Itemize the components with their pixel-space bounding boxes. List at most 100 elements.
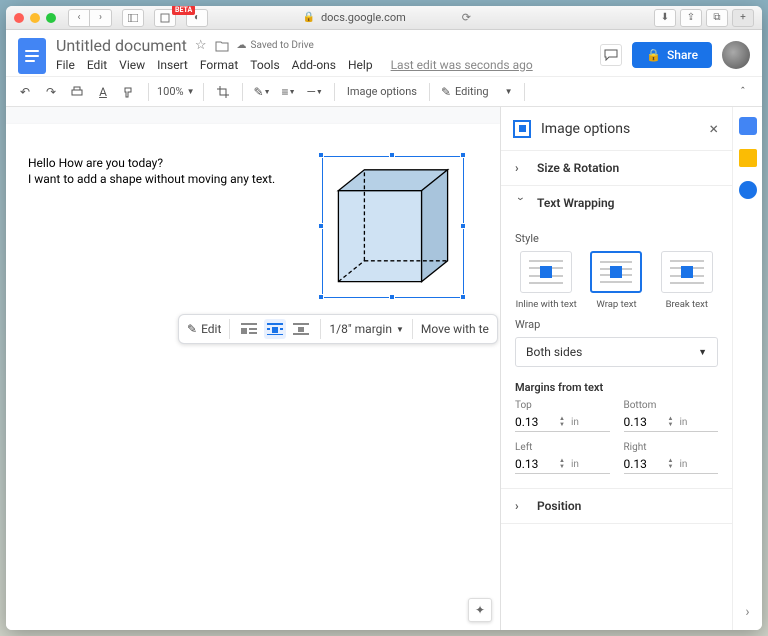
menu-insert[interactable]: Insert — [157, 58, 188, 72]
calendar-app-icon[interactable] — [739, 117, 757, 135]
margin-right-stepper[interactable]: ▲▼ — [668, 458, 674, 470]
minimize-window-icon[interactable] — [30, 13, 40, 23]
body-text[interactable]: Hello How are you today? I want to add a… — [28, 156, 275, 187]
wrap-text-button[interactable] — [264, 319, 286, 339]
menu-addons[interactable]: Add-ons — [292, 58, 336, 72]
border-weight-button[interactable]: ≡▼ — [278, 81, 300, 103]
editing-mode-button[interactable]: ✎ Editing ▼ — [438, 81, 516, 103]
break-text-button[interactable] — [290, 319, 312, 339]
maximize-window-icon[interactable] — [46, 13, 56, 23]
share-label: Share — [667, 48, 698, 62]
margin-bottom-stepper[interactable]: ▲▼ — [668, 416, 674, 428]
image-options-panel: Image options × › Size & Rotation › Text… — [500, 107, 732, 630]
titlebar: ‹ › BETA ◐ 🔒 docs.google.com ⟳ ⬇ ⇪ ⧉ + — [6, 6, 762, 30]
share-button[interactable]: ⇪ — [680, 9, 702, 27]
document-title[interactable]: Untitled document — [56, 36, 187, 55]
close-panel-button[interactable]: × — [707, 117, 720, 140]
editing-toolbar: ↶ ↷ A 100% ▼ ✎▼ ≡▼ —▼ Image options ✎ Ed… — [6, 77, 762, 107]
last-edit-link[interactable]: Last edit was seconds ago — [391, 58, 533, 72]
content-area: Hello How are you today? I want to add a… — [6, 107, 762, 630]
keep-app-icon[interactable] — [739, 149, 757, 167]
menu-view[interactable]: View — [119, 58, 145, 72]
wrap-direction-select[interactable]: Both sides ▼ — [515, 337, 718, 367]
resize-handle-e[interactable] — [460, 223, 466, 229]
margin-left-value[interactable] — [515, 457, 555, 471]
lock-icon: 🔒 — [646, 48, 661, 62]
menu-tools[interactable]: Tools — [250, 58, 279, 72]
undo-button[interactable]: ↶ — [14, 81, 36, 103]
margin-bottom-value[interactable] — [624, 415, 664, 429]
move-icon[interactable] — [215, 40, 229, 52]
border-color-button[interactable]: ✎▼ — [251, 81, 274, 103]
print-button[interactable] — [66, 81, 88, 103]
margin-bottom-input[interactable]: ▲▼ in — [624, 413, 719, 432]
margin-top-input[interactable]: ▲▼ in — [515, 413, 610, 432]
document-canvas[interactable]: Hello How are you today? I want to add a… — [6, 107, 500, 630]
spellcheck-button[interactable]: A — [92, 81, 114, 103]
margin-top-value[interactable] — [515, 415, 555, 429]
edit-label: Edit — [201, 322, 221, 336]
collapse-strip-button[interactable]: › — [745, 604, 749, 620]
menu-file[interactable]: File — [56, 58, 75, 72]
menu-format[interactable]: Format — [200, 58, 238, 72]
explore-button[interactable]: ✦ — [468, 598, 492, 622]
redo-button[interactable]: ↷ — [40, 81, 62, 103]
share-button[interactable]: 🔒 Share — [632, 42, 712, 68]
margin-top-unit: in — [571, 417, 579, 428]
close-window-icon[interactable] — [14, 13, 24, 23]
comments-button[interactable] — [600, 44, 622, 66]
resize-handle-n[interactable] — [389, 152, 395, 158]
back-button[interactable]: ‹ — [68, 9, 90, 27]
style-inline-option[interactable] — [520, 251, 572, 293]
panel-header: Image options × — [501, 107, 732, 151]
margin-top-stepper[interactable]: ▲▼ — [559, 416, 565, 428]
section-text-wrapping: › Text Wrapping Style Inline with text — [501, 186, 732, 489]
downloads-button[interactable]: ⬇ — [654, 9, 676, 27]
tabs-button[interactable]: ⧉ — [706, 9, 728, 27]
chevron-down-icon: ▼ — [505, 87, 513, 96]
cube-shape-icon — [328, 162, 458, 292]
image-options-button[interactable]: Image options — [343, 85, 421, 98]
resize-handle-se[interactable] — [460, 294, 466, 300]
resize-handle-ne[interactable] — [460, 152, 466, 158]
resize-handle-s[interactable] — [389, 294, 395, 300]
tasks-app-icon[interactable] — [739, 181, 757, 199]
style-label: Style — [515, 232, 718, 245]
margin-left-input[interactable]: ▲▼ in — [515, 455, 610, 474]
paint-format-button[interactable] — [118, 81, 140, 103]
collapse-toolbar-button[interactable]: ˆ — [732, 81, 754, 103]
margin-right-value[interactable] — [624, 457, 664, 471]
resize-handle-nw[interactable] — [318, 152, 324, 158]
inline-wrap-button[interactable] — [238, 319, 260, 339]
sidebar-toggle-button[interactable] — [122, 9, 144, 27]
section-label: Text Wrapping — [537, 196, 615, 210]
style-break-label: Break text — [666, 299, 708, 310]
account-avatar[interactable] — [722, 41, 750, 69]
forward-button[interactable]: › — [90, 9, 112, 27]
style-wrap-option[interactable] — [590, 251, 642, 293]
menu-edit[interactable]: Edit — [87, 58, 107, 72]
margin-value: 1/8" margin — [329, 322, 392, 336]
margin-selector[interactable]: 1/8" margin ▼ — [329, 322, 403, 336]
docs-logo-icon[interactable] — [18, 38, 46, 74]
margin-left-stepper[interactable]: ▲▼ — [559, 458, 565, 470]
style-break-option[interactable] — [661, 251, 713, 293]
margin-right-input[interactable]: ▲▼ in — [624, 455, 719, 474]
crop-button[interactable] — [212, 81, 234, 103]
text-wrapping-header[interactable]: › Text Wrapping — [501, 186, 732, 220]
resize-handle-sw[interactable] — [318, 294, 324, 300]
star-icon[interactable]: ☆ — [195, 38, 207, 53]
address-bar[interactable]: 🔒 docs.google.com ⟳ — [303, 11, 471, 24]
new-tab-button[interactable]: + — [732, 9, 754, 27]
section-size-rotation[interactable]: › Size & Rotation — [501, 151, 732, 186]
border-dash-button[interactable]: —▼ — [304, 81, 326, 103]
menu-help[interactable]: Help — [348, 58, 373, 72]
resize-handle-w[interactable] — [318, 223, 324, 229]
zoom-selector[interactable]: 100% ▼ — [157, 85, 195, 98]
edit-button[interactable]: ✎ Edit — [187, 322, 221, 336]
selected-image[interactable] — [322, 156, 464, 298]
section-position[interactable]: › Position — [501, 489, 732, 524]
section-label: Position — [537, 499, 581, 513]
move-with-text-button[interactable]: Move with te — [421, 322, 489, 336]
reload-icon[interactable]: ⟳ — [462, 11, 471, 24]
